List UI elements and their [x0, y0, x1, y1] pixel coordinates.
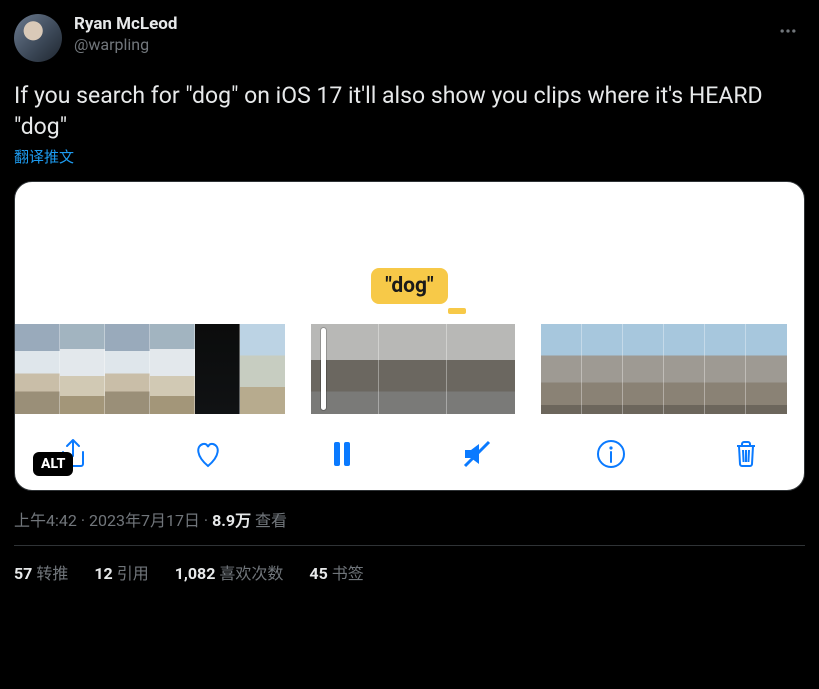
clip-group-3[interactable]	[541, 324, 787, 414]
clip-frame	[240, 324, 285, 414]
caption-bubble: "dog"	[371, 268, 447, 304]
tweet-meta: 上午4:42 · 2023年7月17日 · 8.9万 查看	[14, 507, 805, 531]
pause-icon	[324, 436, 360, 472]
alt-badge[interactable]: ALT	[33, 452, 73, 476]
meta-views-num[interactable]: 8.9万	[212, 511, 251, 530]
clip-frame	[15, 324, 60, 414]
handle[interactable]: @warpling	[74, 35, 177, 55]
pause-button[interactable]	[320, 432, 364, 476]
info-icon	[593, 436, 629, 472]
clip-frame	[705, 324, 746, 414]
clip-frame	[195, 324, 240, 414]
avatar[interactable]	[14, 14, 62, 62]
trash-button[interactable]	[724, 432, 768, 476]
clip-frame	[541, 324, 582, 414]
clip-group-1[interactable]	[15, 324, 285, 414]
stat-bookmarks[interactable]: 45书签	[309, 560, 363, 584]
clip-frame	[150, 324, 195, 414]
tweet-header: Ryan McLeod @warpling	[14, 14, 805, 62]
stat-likes[interactable]: 1,082喜欢次数	[175, 560, 284, 584]
media-card[interactable]: "dog"	[14, 181, 805, 491]
clip-frame	[664, 324, 705, 414]
stat-retweets[interactable]: 57转推	[14, 560, 68, 584]
more-icon	[778, 21, 798, 41]
heart-icon	[190, 436, 226, 472]
playhead[interactable]	[321, 328, 326, 410]
caption-tick	[448, 308, 466, 314]
meta-date[interactable]: 2023年7月17日	[89, 511, 200, 530]
clip-frame	[379, 324, 447, 414]
trash-icon	[728, 436, 764, 472]
mute-button[interactable]	[455, 432, 499, 476]
meta-views-label: 查看	[251, 511, 287, 530]
video-timeline[interactable]	[15, 324, 804, 414]
clip-frame	[60, 324, 105, 414]
media-toolbar	[15, 432, 804, 476]
clip-frame	[447, 324, 515, 414]
more-button[interactable]	[771, 14, 805, 48]
tweet-stats: 57转推 12引用 1,082喜欢次数 45书签	[14, 560, 805, 584]
info-button[interactable]	[589, 432, 633, 476]
display-name[interactable]: Ryan McLeod	[74, 14, 177, 35]
meta-time[interactable]: 上午4:42	[14, 511, 77, 530]
clip-frame	[582, 324, 623, 414]
clip-frame	[746, 324, 787, 414]
stat-quotes[interactable]: 12引用	[94, 560, 148, 584]
tweet-text: If you search for "dog" on iOS 17 it'll …	[14, 80, 805, 142]
divider	[14, 545, 805, 546]
author-names: Ryan McLeod @warpling	[74, 14, 177, 55]
media-whitespace	[15, 182, 804, 268]
mute-icon	[459, 436, 495, 472]
clip-frame	[105, 324, 150, 414]
clip-frame	[623, 324, 664, 414]
translate-link[interactable]: 翻译推文	[14, 146, 805, 167]
tweet: Ryan McLeod @warpling If you search for …	[14, 14, 805, 584]
like-button[interactable]	[186, 432, 230, 476]
caption-row: "dog"	[15, 268, 804, 304]
clip-group-2[interactable]	[311, 324, 515, 414]
